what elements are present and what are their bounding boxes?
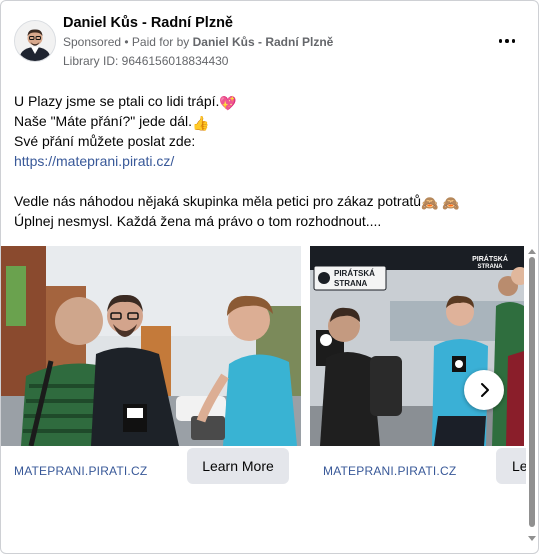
library-id: Library ID: 9646156018834430 bbox=[63, 54, 229, 68]
carousel-photo[interactable] bbox=[1, 246, 301, 446]
sponsored-line: Sponsored • Paid for by Daniel Kůs - Rad… bbox=[63, 35, 333, 49]
card-domain[interactable]: MATEPRANI.PIRATI.CZ bbox=[14, 464, 147, 478]
body-link[interactable]: https://mateprani.pirati.cz/ bbox=[14, 153, 174, 169]
scroll-up-arrow-icon[interactable] bbox=[528, 249, 536, 254]
carousel-card[interactable]: PIRÁTSKÁ STRANA PIRÁTSKÁ STRANA MATEPRAN… bbox=[310, 246, 526, 489]
ad-card: Daniel Kůs - Radní Plzně Sponsored • Pai… bbox=[0, 0, 539, 554]
sponsored-label: Sponsored bbox=[63, 35, 122, 49]
carousel-photo[interactable]: PIRÁTSKÁ STRANA PIRÁTSKÁ STRANA bbox=[310, 246, 524, 446]
avatar-photo bbox=[15, 21, 55, 61]
svg-text:STRANA: STRANA bbox=[478, 264, 504, 270]
body-line: Úplnej nesmysl. Každá žena má právo o to… bbox=[14, 213, 382, 229]
paid-for-prefix: • Paid for by bbox=[124, 35, 190, 49]
card-domain[interactable]: MATEPRANI.PIRATI.CZ bbox=[323, 464, 456, 478]
carousel: MATEPRANI.PIRATI.CZ Learn More PIRÁTSKÁ … bbox=[1, 246, 526, 546]
body-line: Vedle nás náhodou nějaká skupinka měla p… bbox=[14, 193, 460, 211]
carousel-next-button[interactable] bbox=[464, 370, 504, 410]
chevron-right-icon bbox=[481, 383, 489, 397]
learn-more-button[interactable]: Learn More bbox=[187, 448, 289, 484]
scroll-thumb[interactable] bbox=[529, 257, 535, 527]
tent-brand-text: PIRÁTSKÁ bbox=[472, 254, 508, 263]
paid-for-name[interactable]: Daniel Kůs - Radní Plzně bbox=[193, 35, 334, 49]
avatar[interactable] bbox=[14, 20, 56, 62]
scrollbar[interactable] bbox=[525, 247, 538, 547]
carousel-card[interactable]: MATEPRANI.PIRATI.CZ Learn More bbox=[1, 246, 301, 489]
page-name[interactable]: Daniel Kůs - Radní Plzně bbox=[63, 15, 233, 31]
ad-body-text: U Plazy jsme se ptali co lidi trápí.💖 Na… bbox=[14, 91, 514, 231]
more-horizontal-icon[interactable] bbox=[497, 33, 517, 49]
body-line: Své přání můžete poslat zde: bbox=[14, 133, 196, 149]
see-no-evil-monkey-emoji-icon: 🙈 🙈 bbox=[421, 195, 460, 211]
banner-brand-text: PIRÁTSKÁ bbox=[334, 269, 375, 278]
svg-text:STRANA: STRANA bbox=[334, 279, 368, 288]
heart-emoji-icon: 💖 bbox=[219, 95, 237, 111]
body-line: Naše "Máte přání?" jede dál.👍 bbox=[14, 113, 210, 131]
body-line: U Plazy jsme se ptali co lidi trápí.💖 bbox=[14, 93, 237, 111]
learn-more-button[interactable]: Le bbox=[496, 448, 526, 484]
scroll-down-arrow-icon[interactable] bbox=[528, 536, 536, 541]
thumbs-up-emoji-icon: 👍 bbox=[192, 115, 210, 131]
